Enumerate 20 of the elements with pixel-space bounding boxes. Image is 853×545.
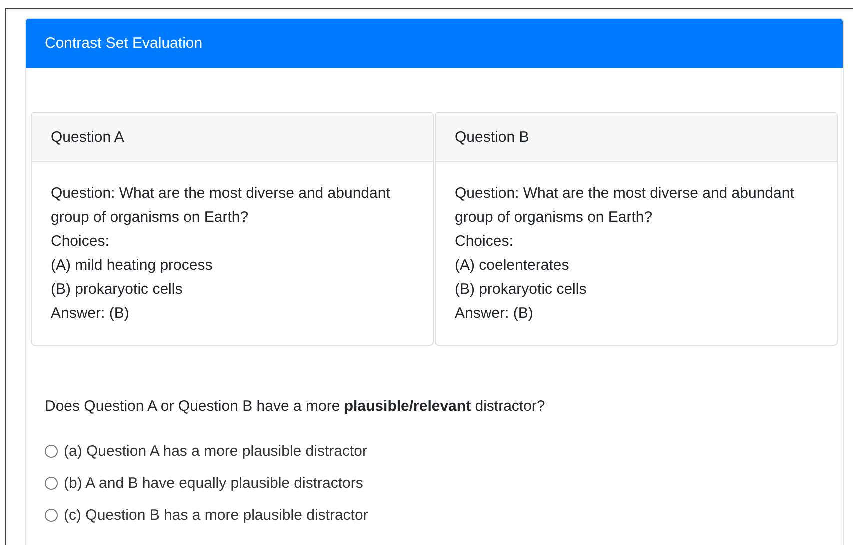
question-text: Question: What are the most diverse and abundant group of organisms on Earth?	[51, 184, 392, 228]
card-title: Contrast Set Evaluation	[45, 35, 203, 52]
question-text: Answer: (B)	[51, 304, 130, 324]
question-text: Choices:	[51, 232, 110, 252]
question-text: Answer: (B)	[455, 304, 534, 324]
radio-button[interactable]	[45, 444, 58, 458]
panel-title: Question A	[51, 128, 124, 146]
question-text: (B) prokaryotic cells	[455, 280, 588, 300]
radio-button[interactable]	[45, 508, 58, 522]
prompt-text: Does Question A or Question B have a more plausible/relevant distractor?	[45, 397, 546, 417]
option-label[interactable]: (a) Question A has a more plausible distractor	[64, 442, 368, 460]
question-text: Choices:	[455, 232, 514, 252]
option-label[interactable]: (b) A and B have equally plausible distractors	[64, 474, 364, 492]
question-text: (A) mild heating process	[51, 256, 214, 276]
radio-button[interactable]	[45, 476, 58, 490]
question-text: (B) prokaryotic cells	[51, 280, 184, 300]
panel-title: Question B	[455, 128, 530, 146]
option-label[interactable]: (c) Question B has a more plausible distractor	[64, 506, 368, 524]
question-text: (A) coelenterates	[455, 256, 570, 276]
question-text: Question: What are the most diverse and abundant group of organisms on Earth?	[455, 184, 796, 228]
